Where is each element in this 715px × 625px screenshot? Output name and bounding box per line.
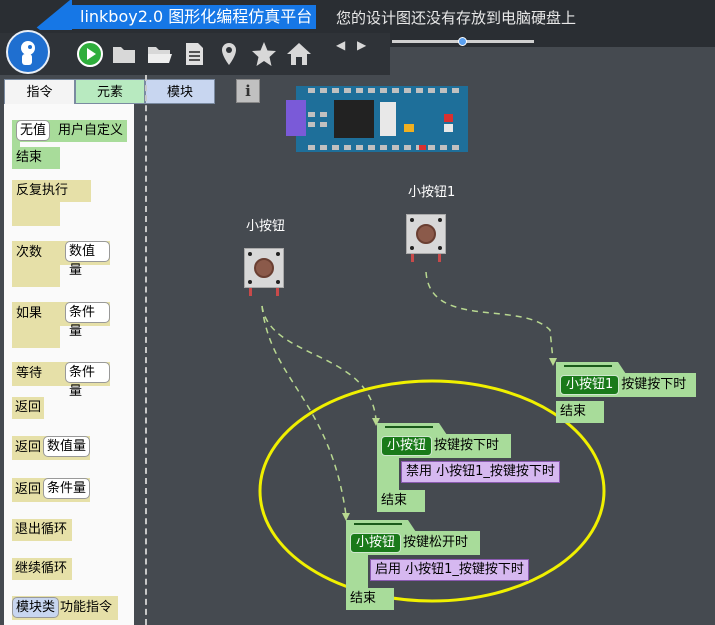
enable-command[interactable]: 启用 小按钮1_按键按下时: [370, 559, 529, 581]
event-stem: [346, 555, 368, 588]
event-header: 小按钮1 按键按下时: [556, 373, 696, 397]
component-name-tag[interactable]: 小按钮1: [560, 375, 620, 395]
event-end: 结束: [377, 490, 425, 512]
command-target: 小按钮1_按键按下时: [405, 562, 524, 577]
event-name: 按键按下时: [434, 438, 500, 453]
command-verb: 禁用: [406, 464, 433, 479]
connector-button-release-event: [261, 305, 347, 516]
event-end: 结束: [556, 401, 604, 423]
event-stem: [377, 458, 399, 490]
component-name-tag[interactable]: 小按钮: [381, 436, 433, 456]
connector-button1-event: [425, 271, 554, 361]
event-name: 按键松开时: [403, 535, 469, 550]
event-name: 按键按下时: [621, 377, 687, 392]
disable-command[interactable]: 禁用 小按钮1_按键按下时: [401, 461, 560, 483]
command-verb: 启用: [375, 562, 402, 577]
event-end: 结束: [346, 588, 394, 610]
component-name-tag[interactable]: 小按钮: [350, 533, 402, 553]
connector-button-press-event: [261, 305, 377, 421]
event-header: 小按钮 按键按下时: [377, 434, 511, 458]
command-target: 小按钮1_按键按下时: [436, 464, 555, 479]
event-header: 小按钮 按键松开时: [346, 531, 480, 555]
